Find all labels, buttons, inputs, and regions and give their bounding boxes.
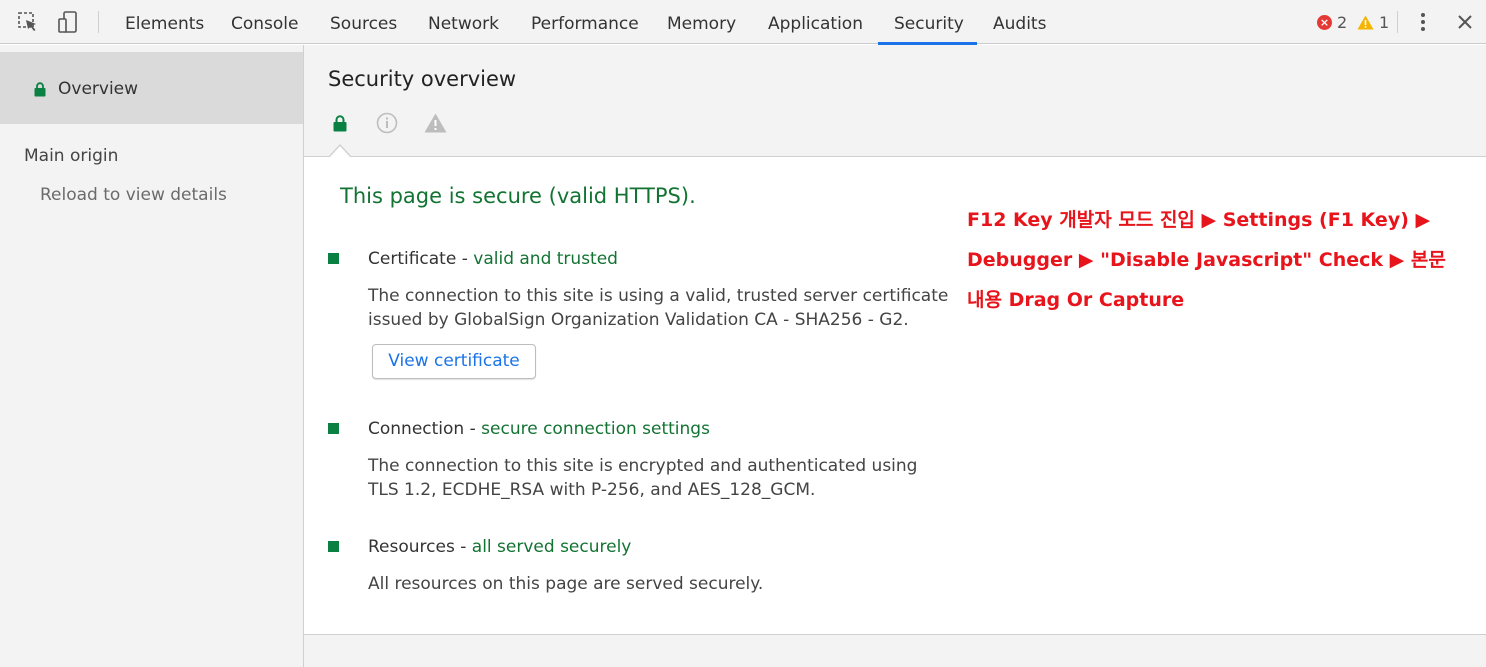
tab-elements[interactable]: Elements: [125, 0, 204, 44]
secure-bullet: [328, 423, 339, 434]
resources-description: All resources on this page are served se…: [368, 574, 764, 594]
filter-pointer-inner: [329, 146, 351, 158]
instruction-annotation: F12 Key 개발자 모드 진입 ▶ Settings (F1 Key) ▶ …: [967, 200, 1467, 320]
annotation-line: Debugger ▶ "Disable Javascript" Check ▶ …: [967, 249, 1446, 271]
reload-hint: Reload to view details: [40, 185, 227, 205]
error-counter[interactable]: × 2: [1317, 13, 1347, 32]
info-icon[interactable]: [376, 112, 398, 134]
tab-security[interactable]: Security: [894, 0, 964, 44]
tab-memory[interactable]: Memory: [667, 0, 736, 44]
resources-title: Resources - all served securely: [368, 537, 631, 557]
security-overview-header: Security overview: [304, 45, 1486, 158]
tab-audits[interactable]: Audits: [993, 0, 1046, 44]
sidebar-item-overview[interactable]: Overview: [0, 52, 303, 124]
warning-icon: [1357, 15, 1374, 30]
inspect-icon[interactable]: [16, 10, 40, 34]
tab-application[interactable]: Application: [768, 0, 863, 44]
close-icon[interactable]: [1453, 10, 1477, 34]
tab-performance[interactable]: Performance: [531, 0, 639, 44]
connection-description: The connection to this site is encrypted…: [368, 456, 918, 500]
title-separator: -: [456, 249, 474, 269]
title-separator: -: [464, 419, 482, 439]
resources-label: Resources: [368, 537, 455, 557]
more-menu-icon[interactable]: [1411, 10, 1435, 34]
bottom-panel-edge: [304, 634, 1486, 667]
certificate-label: Certificate: [368, 249, 457, 269]
connection-title: Connection - secure connection settings: [368, 419, 710, 439]
security-sidebar: Overview Main origin Reload to view deta…: [0, 45, 304, 667]
tab-console[interactable]: Console: [231, 0, 299, 44]
error-icon: ×: [1317, 15, 1332, 30]
title-separator: -: [454, 537, 472, 557]
security-summary: This page is secure (valid HTTPS).: [340, 184, 696, 208]
sidebar-item-label: Overview: [58, 79, 139, 99]
certificate-title: Certificate - valid and trusted: [368, 249, 618, 269]
annotation-line: 내용 Drag Or Capture: [967, 289, 1185, 311]
warning-icon[interactable]: [424, 113, 447, 133]
device-toggle-icon[interactable]: [56, 10, 80, 34]
certificate-status: valid and trusted: [473, 249, 618, 269]
secure-bullet: [328, 253, 339, 264]
tab-sources[interactable]: Sources: [330, 0, 397, 44]
secure-lock-icon[interactable]: [333, 115, 347, 132]
connection-status: secure connection settings: [481, 419, 710, 439]
warning-counter[interactable]: 1: [1357, 13, 1389, 32]
resources-status: all served securely: [471, 537, 632, 557]
devtools-tabbar: Elements Console Sources Network Perform…: [0, 0, 1486, 45]
certificate-description: The connection to this site is using a v…: [368, 286, 949, 330]
annotation-line: F12 Key 개발자 모드 진입 ▶ Settings (F1 Key) ▶: [967, 209, 1431, 231]
main-origin-heading: Main origin: [24, 146, 119, 166]
secure-bullet: [328, 541, 339, 552]
view-certificate-button[interactable]: View certificate: [372, 344, 536, 379]
warning-count: 1: [1379, 13, 1390, 32]
toolbar-divider: [1397, 11, 1398, 33]
error-count: 2: [1337, 13, 1348, 32]
tab-network[interactable]: Network: [428, 0, 499, 44]
connection-label: Connection: [368, 419, 465, 439]
lock-icon: [34, 82, 46, 97]
toolbar-divider: [98, 11, 99, 33]
page-title: Security overview: [328, 67, 517, 91]
